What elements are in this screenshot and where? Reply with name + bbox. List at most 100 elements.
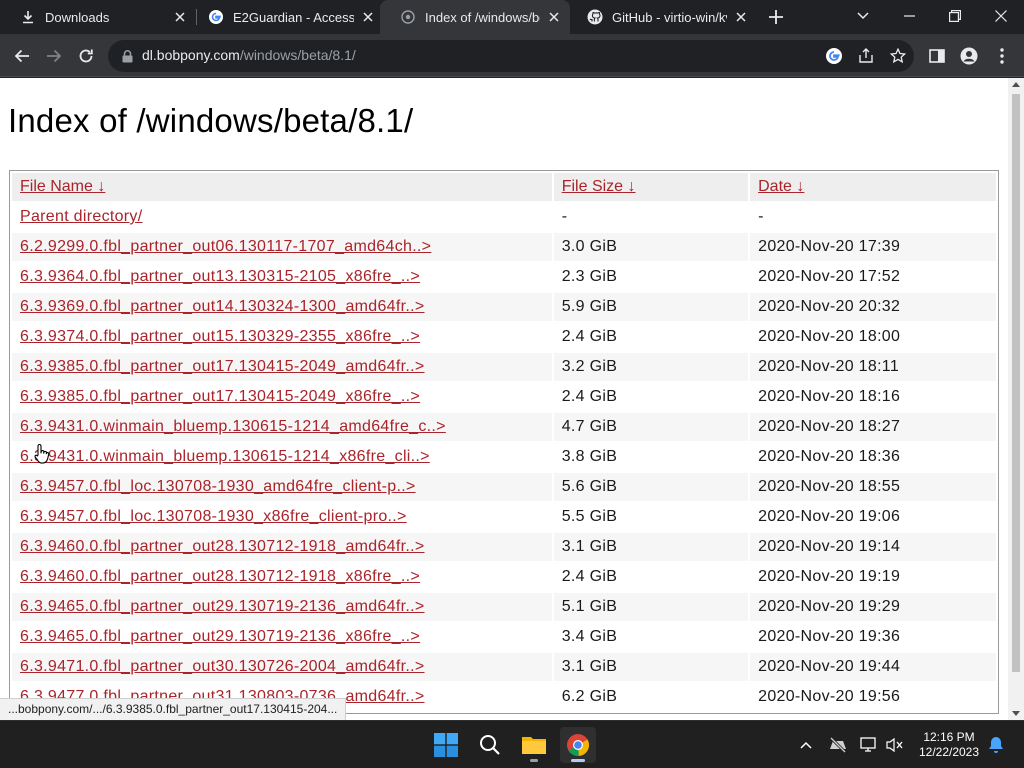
chrome-taskbar-button[interactable] <box>560 727 596 763</box>
profile-icon <box>960 47 978 65</box>
tab-strip: Downloads E2Guardian - Access De Index o… <box>0 0 1024 34</box>
restore-icon <box>949 10 961 22</box>
restore-button[interactable] <box>932 0 978 32</box>
hand-cursor-icon <box>34 443 50 464</box>
file-link[interactable]: 6.3.9385.0.fbl_partner_out17.130415-2049… <box>20 388 420 405</box>
file-link[interactable]: 6.3.9471.0.fbl_partner_out30.130726-2004… <box>20 658 425 675</box>
network-icon <box>860 737 876 752</box>
file-size-cell: 2.4 GiB <box>553 323 749 351</box>
system-clock[interactable]: 12:16 PM 12/22/2023 <box>914 730 984 760</box>
file-link[interactable]: 6.3.9369.0.fbl_partner_out14.130324-1300… <box>20 298 425 315</box>
chevron-down-icon <box>857 12 869 20</box>
sort-by-name-link[interactable]: File Name ↓ <box>20 178 105 195</box>
new-tab-button[interactable] <box>766 7 786 27</box>
file-link[interactable]: 6.3.9431.0.winmain_bluemp.130615-1214_am… <box>20 418 446 435</box>
tab-search-button[interactable] <box>840 0 886 32</box>
column-header-file-size[interactable]: File Size ↓ <box>553 173 749 201</box>
share-icon[interactable] <box>856 46 876 66</box>
show-hidden-icons-button[interactable] <box>796 735 816 755</box>
google-lens-icon[interactable] <box>824 46 844 66</box>
file-link[interactable]: 6.3.9385.0.fbl_partner_out17.130415-2049… <box>20 358 425 375</box>
scroll-up-arrow-icon[interactable] <box>1012 82 1020 87</box>
close-window-button[interactable] <box>978 0 1024 32</box>
download-icon <box>20 9 36 25</box>
date-cell: 2020-Nov-20 19:14 <box>750 533 996 561</box>
minimize-icon <box>903 15 915 17</box>
clock-date: 12/22/2023 <box>918 745 980 759</box>
tab-downloads[interactable]: Downloads <box>0 0 196 34</box>
file-link[interactable]: 6.3.9457.0.fbl_loc.130708-1930_amd64fre_… <box>20 478 416 495</box>
network-button[interactable] <box>859 735 879 755</box>
date-cell: 2020-Nov-20 19:29 <box>750 593 996 621</box>
arrow-left-icon <box>14 49 29 63</box>
table-row: 6.3.9374.0.fbl_partner_out15.130329-2355… <box>12 323 996 351</box>
column-header-file-name[interactable]: File Name ↓ <box>12 173 552 201</box>
table-row: 6.3.9385.0.fbl_partner_out17.130415-2049… <box>12 383 996 411</box>
google-g-icon <box>208 9 224 25</box>
tab-index-of[interactable]: Index of /windows/beta/ <box>380 0 570 34</box>
file-link[interactable]: 6.3.9465.0.fbl_partner_out29.130719-2136… <box>20 598 425 615</box>
menu-button[interactable] <box>988 42 1016 70</box>
file-link[interactable]: 6.3.9431.0.winmain_bluemp.130615-1214_x8… <box>20 448 430 465</box>
tab-github[interactable]: GitHub - virtio-win/kvm <box>567 0 757 34</box>
table-row: 6.3.9364.0.fbl_partner_out13.130315-2105… <box>12 263 996 291</box>
close-icon[interactable] <box>733 9 749 25</box>
tab-e2guardian[interactable]: E2Guardian - Access De <box>188 0 384 34</box>
minimize-button[interactable] <box>886 0 932 32</box>
parent-directory-link[interactable]: Parent directory/ <box>20 208 142 225</box>
tab-title: E2Guardian - Access De <box>233 9 354 25</box>
profile-button[interactable] <box>955 42 983 70</box>
file-name-cell: 6.3.9385.0.fbl_partner_out17.130415-2049… <box>12 383 552 411</box>
scrollbar-thumb[interactable] <box>1012 94 1020 672</box>
taskbar-search-button[interactable] <box>472 727 508 763</box>
table-row: 6.3.9369.0.fbl_partner_out14.130324-1300… <box>12 293 996 321</box>
volume-button[interactable] <box>885 735 905 755</box>
file-link[interactable]: 6.3.9364.0.fbl_partner_out13.130315-2105… <box>20 268 420 285</box>
chevron-up-icon <box>800 741 812 749</box>
vertical-scrollbar[interactable] <box>1008 78 1024 720</box>
file-name-cell: Parent directory/ <box>12 203 552 231</box>
file-size-cell: 6.2 GiB <box>553 683 749 711</box>
file-name-cell: 6.3.9369.0.fbl_partner_out14.130324-1300… <box>12 293 552 321</box>
file-name-cell: 6.3.9385.0.fbl_partner_out17.130415-2049… <box>12 353 552 381</box>
tab-title: GitHub - virtio-win/kvm <box>612 9 727 25</box>
file-size-cell: 2.4 GiB <box>553 383 749 411</box>
file-link[interactable]: 6.2.9299.0.fbl_partner_out06.130117-1707… <box>20 238 431 255</box>
file-link[interactable]: 6.3.9460.0.fbl_partner_out28.130712-1918… <box>20 568 420 585</box>
file-link[interactable]: 6.3.9465.0.fbl_partner_out29.130719-2136… <box>20 628 420 645</box>
forward-button[interactable] <box>40 42 68 70</box>
table-row: 6.2.9299.0.fbl_partner_out06.130117-1707… <box>12 233 996 261</box>
file-name-cell: 6.3.9374.0.fbl_partner_out15.130329-2355… <box>12 323 552 351</box>
tray-app-button[interactable] <box>828 735 848 755</box>
sort-by-size-link[interactable]: File Size ↓ <box>562 178 636 195</box>
notifications-button[interactable] <box>986 735 1006 755</box>
close-icon[interactable] <box>172 9 188 25</box>
table-row: 6.3.9465.0.fbl_partner_out29.130719-2136… <box>12 623 996 651</box>
date-cell: 2020-Nov-20 20:32 <box>750 293 996 321</box>
file-explorer-button[interactable] <box>516 727 552 763</box>
bookmark-star-icon[interactable] <box>888 46 908 66</box>
close-icon <box>995 10 1007 22</box>
side-panel-button[interactable] <box>923 42 951 70</box>
back-button[interactable] <box>8 42 36 70</box>
start-button[interactable] <box>428 727 464 763</box>
file-size-cell: 2.4 GiB <box>553 563 749 591</box>
parent-directory-row: Parent directory/ - - <box>12 203 996 231</box>
reload-button[interactable] <box>72 42 100 70</box>
file-link[interactable]: 6.3.9457.0.fbl_loc.130708-1930_x86fre_cl… <box>20 508 407 525</box>
sort-by-date-link[interactable]: Date ↓ <box>758 178 804 195</box>
address-bar[interactable]: dl.bobpony.com/windows/beta/8.1/ <box>108 40 914 72</box>
file-size-cell: 3.2 GiB <box>553 353 749 381</box>
file-size-cell: 5.5 GiB <box>553 503 749 531</box>
file-link[interactable]: 6.3.9374.0.fbl_partner_out15.130329-2355… <box>20 328 420 345</box>
lock-icon[interactable] <box>120 48 134 64</box>
file-name-cell: 6.3.9465.0.fbl_partner_out29.130719-2136… <box>12 623 552 651</box>
file-size-cell: 5.6 GiB <box>553 473 749 501</box>
scroll-down-arrow-icon[interactable] <box>1012 711 1020 716</box>
file-name-cell: 6.3.9457.0.fbl_loc.130708-1930_x86fre_cl… <box>12 503 552 531</box>
close-icon[interactable] <box>546 9 562 25</box>
column-header-date[interactable]: Date ↓ <box>750 173 996 201</box>
close-icon[interactable] <box>360 9 376 25</box>
table-row: 6.3.9431.0.winmain_bluemp.130615-1214_am… <box>12 413 996 441</box>
file-link[interactable]: 6.3.9460.0.fbl_partner_out28.130712-1918… <box>20 538 425 555</box>
